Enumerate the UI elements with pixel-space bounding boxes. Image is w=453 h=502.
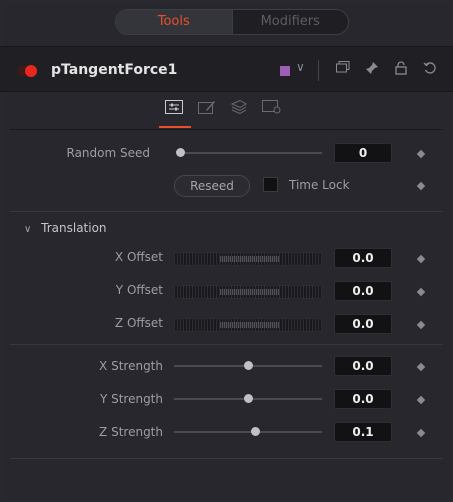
z-strength-field[interactable]: 0.1 (334, 422, 392, 442)
section-divider (10, 344, 443, 345)
window-icon[interactable] (334, 61, 352, 79)
chevron-down-icon: ∨ (24, 224, 32, 235)
toggle-dot (25, 65, 37, 77)
translation-title: Translation (41, 221, 107, 235)
reset-icon[interactable] (421, 61, 439, 79)
style-icon[interactable] (198, 100, 216, 116)
z-strength-slider-track[interactable] (174, 431, 322, 433)
x-offset-thumbwheel[interactable] (174, 252, 322, 266)
z-offset-label: Z Offset (114, 316, 163, 330)
section-divider (10, 211, 443, 212)
z-strength-label: Z Strength (99, 425, 163, 439)
tab-modifiers[interactable]: Modifiers (233, 10, 349, 34)
reseed-button[interactable]: Reseed (174, 175, 250, 197)
x-offset-field[interactable]: 0.0 (334, 248, 392, 268)
time-lock-label: Time Lock (289, 178, 350, 192)
x-offset-label: X Offset (114, 250, 163, 264)
controls-icon[interactable] (159, 100, 191, 128)
tab-tools[interactable]: Tools (116, 10, 233, 34)
y-strength-slider-knob[interactable] (244, 394, 253, 403)
image-icon[interactable] (230, 99, 248, 116)
color-swatch[interactable] (280, 66, 290, 76)
y-offset-label: Y Offset (115, 283, 163, 297)
z-offset-field[interactable]: 0.0 (334, 314, 392, 334)
x-strength-slider-knob[interactable] (244, 361, 253, 370)
z-offset-thumbwheel[interactable] (174, 318, 322, 332)
x-strength-label: X Strength (99, 359, 163, 373)
y-offset-thumbwheel[interactable] (174, 285, 322, 299)
tool-enable-toggle[interactable] (17, 65, 38, 77)
y-strength-label: Y Strength (99, 392, 163, 406)
random-seed-slider-track[interactable] (180, 152, 322, 154)
lock-icon[interactable] (392, 61, 410, 79)
header-divider (318, 60, 319, 81)
control-page-tabs (10, 92, 443, 130)
settings-icon[interactable] (262, 100, 281, 116)
time-lock-checkbox[interactable] (263, 177, 278, 192)
chevron-down-icon[interactable]: ∨ (296, 60, 305, 74)
translation-section-header[interactable]: ∨ Translation (24, 221, 107, 235)
random-seed-slider-knob[interactable] (176, 148, 185, 157)
pin-icon[interactable] (363, 61, 381, 79)
y-offset-field[interactable]: 0.0 (334, 281, 392, 301)
tool-header[interactable]: pTangentForce1 ∨ (0, 46, 453, 92)
x-strength-field[interactable]: 0.0 (334, 356, 392, 376)
tool-name: pTangentForce1 (51, 62, 178, 78)
section-divider (10, 458, 443, 459)
random-seed-label: Random Seed (66, 146, 151, 160)
y-strength-field[interactable]: 0.0 (334, 389, 392, 409)
random-seed-field[interactable]: 0 (334, 143, 392, 163)
inspector-tabs: Tools Modifiers (115, 9, 349, 35)
